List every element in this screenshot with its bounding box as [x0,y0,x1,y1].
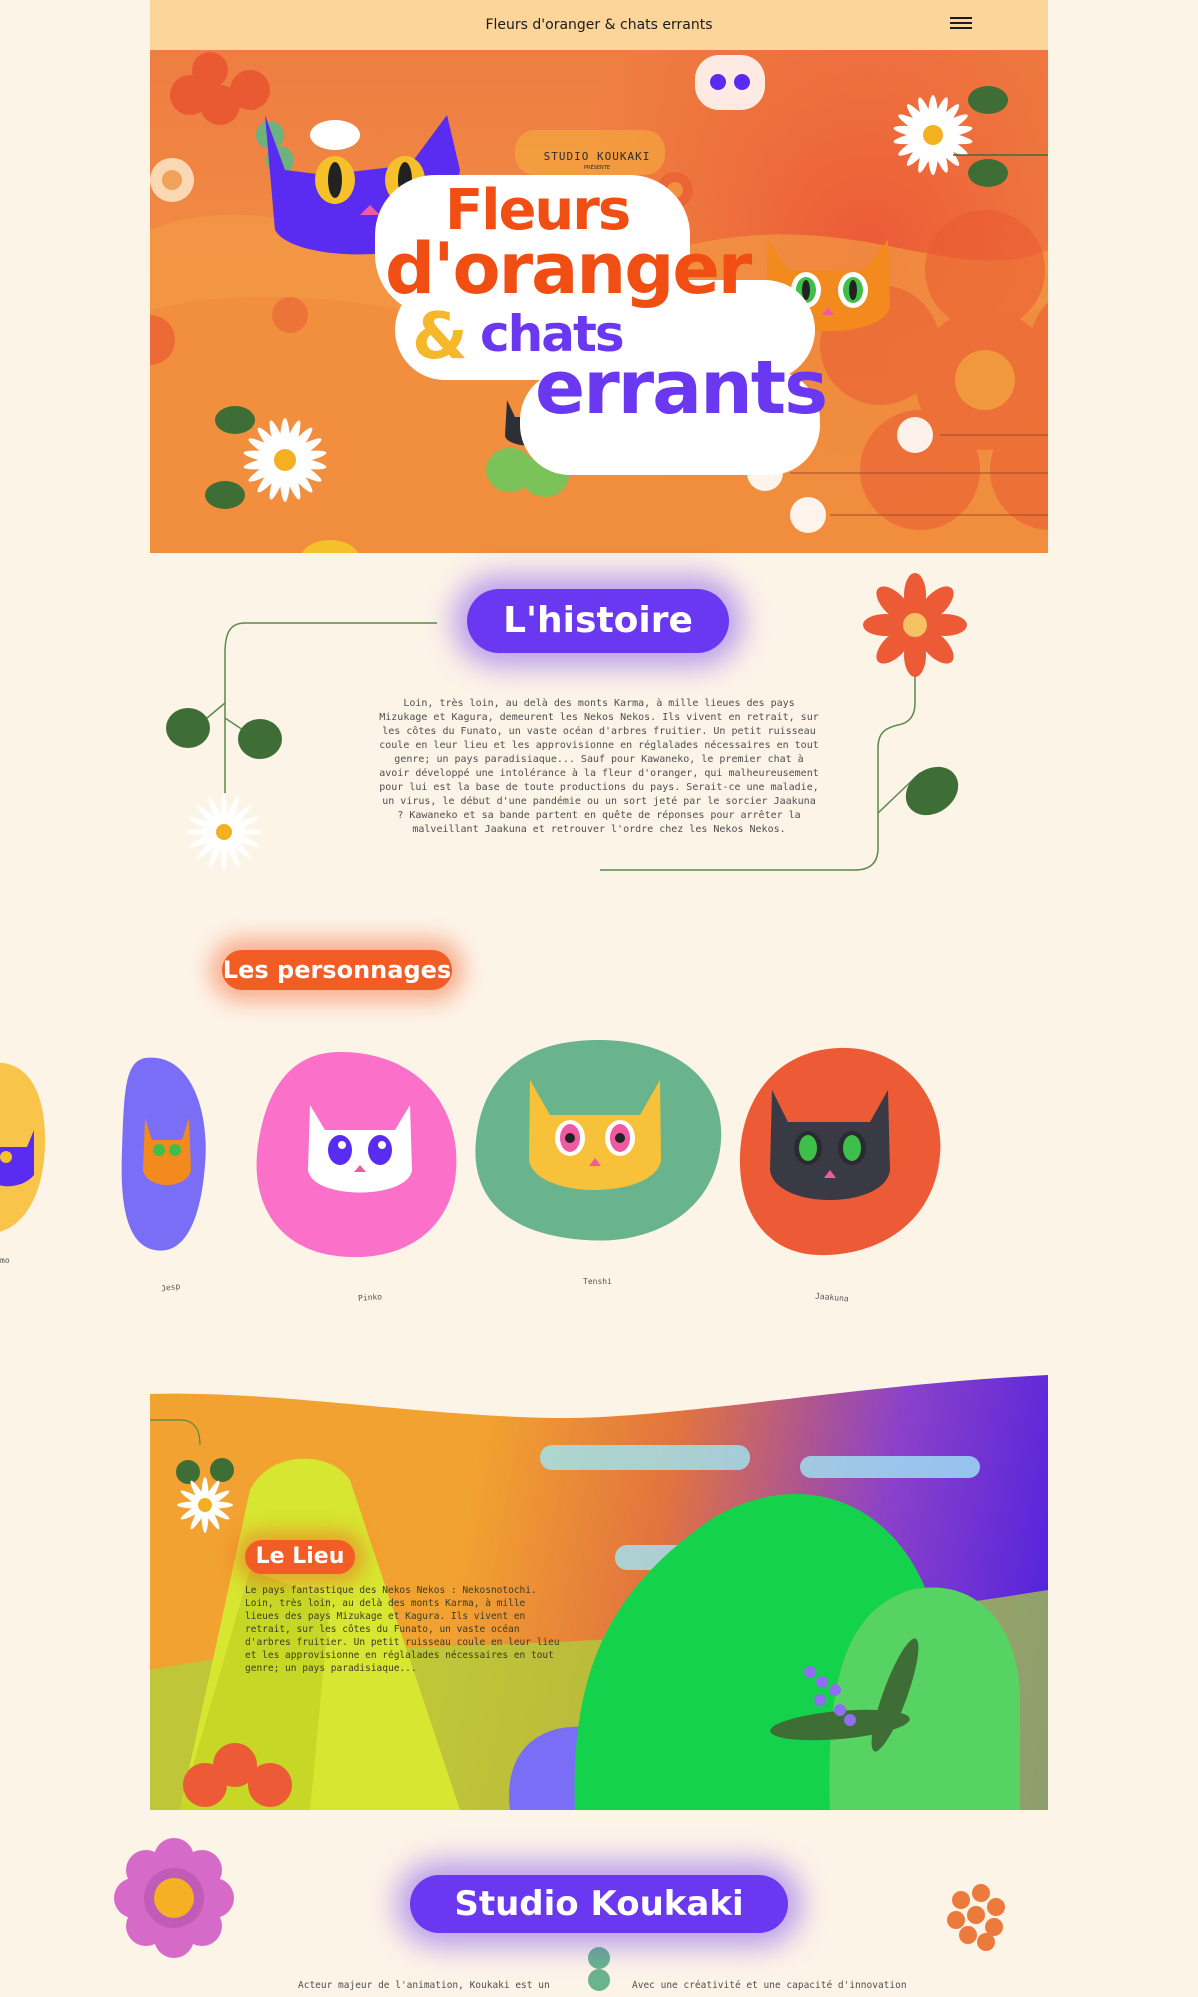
studio-heading: Studio Koukaki [410,1875,788,1933]
place-paragraph: Le pays fantastique des Nekos Nekos : Ne… [245,1585,560,1674]
leaf-icon [166,708,210,748]
studio-label: STUDIO KOUKAKI [543,150,651,163]
place-section: Le Lieu Le pays fantastique des Nekos Ne… [150,1370,1048,1810]
white-cat-icon [695,55,765,110]
character-card[interactable] [0,1062,45,1234]
leaf-icon [905,766,959,816]
hero-banner: STUDIO KOUKAKI PRÉSENTE Fleurs d'oranger… [150,50,1048,553]
studio-text-col2: Avec une créativité et une capacité d'in… [632,1980,907,1991]
character-card[interactable] [739,1047,941,1256]
character-name: Tenshi [583,1277,612,1286]
characters-carousel[interactable] [0,1030,1198,1310]
leaf-icon [238,719,282,759]
character-card[interactable] [256,1052,457,1258]
top-navigation-bar: Fleurs d'oranger & chats errants [150,0,1048,50]
story-paragraph: Loin, très loin, au delà des monts Karma… [379,698,819,835]
site-title: Fleurs d'oranger & chats errants [485,17,713,33]
place-heading: Le Lieu [245,1540,355,1574]
daisy-icon [177,1477,233,1533]
character-card[interactable] [475,1040,722,1241]
pale-flower-icon [150,158,194,202]
red-flower-icon [863,573,967,677]
logo-errants: errants [535,345,828,431]
character-name: Pinko [357,1292,383,1303]
orange-cluster-icon [947,1884,1005,1951]
logo-ampersand: & [412,300,468,374]
green-buds-icon [588,1947,610,1991]
character-card[interactable] [121,1057,206,1251]
studio-text-col1: Acteur majeur de l'animation, Koukaki es… [298,1980,550,1991]
presents-label: PRÉSENTE [584,165,610,171]
logo-doranger: d'oranger [385,228,752,310]
daisy-icon [186,794,262,870]
characters-heading: Les personnages [222,950,452,990]
pink-flower-icon [114,1838,234,1958]
character-name: mo [0,1256,10,1265]
hamburger-menu-icon[interactable] [950,17,972,31]
story-heading: L'histoire [467,589,729,653]
daisy-icon [893,86,1048,187]
